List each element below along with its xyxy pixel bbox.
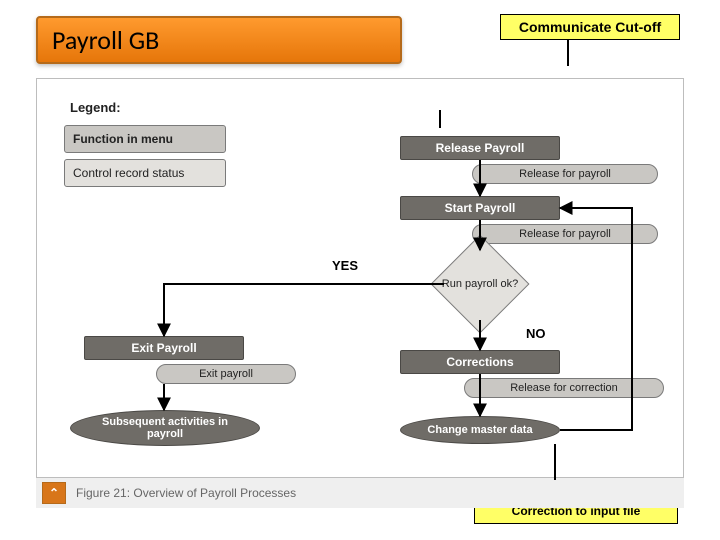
page-title-text: Payroll GB [52, 24, 159, 56]
stage: Payroll GB Communicate Cut-off SIMULATE … [0, 0, 720, 540]
node-exit-payroll-pill-text: Exit payroll [199, 368, 253, 380]
node-corrections: Corrections [400, 350, 560, 374]
node-corrections-text: Corrections [446, 355, 513, 369]
node-release-for-correction: Release for correction [464, 378, 664, 398]
node-start-payroll-text: Start Payroll [445, 201, 516, 215]
collapse-button[interactable]: ⌃ [42, 482, 66, 504]
node-change-master-data: Change master data [400, 416, 560, 444]
legend-item-function: Function in menu [64, 125, 226, 153]
node-start-payroll: Start Payroll [400, 196, 560, 220]
label-yes: YES [332, 258, 358, 273]
chevron-up-icon: ⌃ [49, 486, 59, 500]
node-release-for-correction-text: Release for correction [510, 382, 618, 394]
figure-caption: Figure 21: Overview of Payroll Processes [76, 486, 296, 500]
caption-bar: ⌃ Figure 21: Overview of Payroll Process… [36, 478, 684, 508]
node-release-payroll: Release Payroll [400, 136, 560, 160]
node-decision-text: Run payroll ok? [425, 278, 535, 290]
callout-communicate-cutoff: Communicate Cut-off [500, 14, 680, 40]
node-change-master-data-text: Change master data [427, 424, 532, 436]
node-subsequent-activities: Subsequent activities in payroll [70, 410, 260, 446]
page-title: Payroll GB [36, 16, 402, 64]
node-subsequent-activities-text: Subsequent activities in payroll [102, 416, 228, 440]
legend-item-control: Control record status [64, 159, 226, 187]
callout-communicate-text: Communicate Cut-off [519, 19, 661, 35]
node-release-for-payroll-1: Release for payroll [472, 164, 658, 184]
node-release-for-payroll-2-text: Release for payroll [519, 228, 611, 240]
node-release-payroll-text: Release Payroll [436, 141, 525, 155]
legend: Legend: Function in menu Control record … [64, 96, 226, 187]
node-exit-payroll: Exit Payroll [84, 336, 244, 360]
node-exit-payroll-text: Exit Payroll [131, 341, 196, 355]
legend-title: Legend: [64, 96, 226, 119]
node-release-for-payroll-2: Release for payroll [472, 224, 658, 244]
node-release-for-payroll-1-text: Release for payroll [519, 168, 611, 180]
node-exit-payroll-pill: Exit payroll [156, 364, 296, 384]
label-no: NO [526, 326, 546, 341]
